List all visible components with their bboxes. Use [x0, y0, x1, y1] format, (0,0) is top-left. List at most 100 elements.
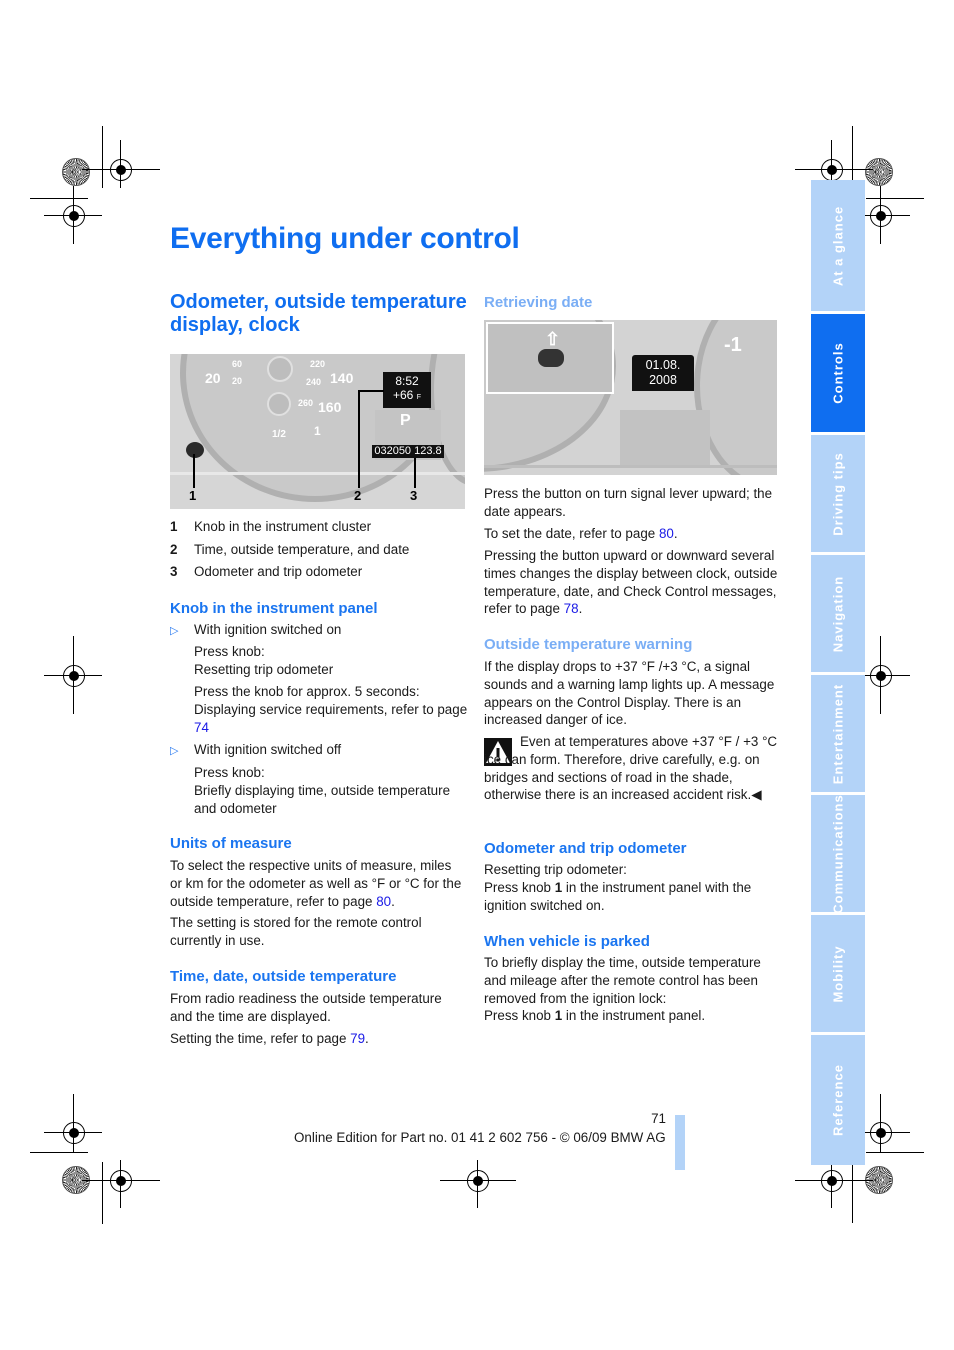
- registration-mark-icon: [63, 1122, 85, 1144]
- tab-communications[interactable]: Communications: [811, 793, 865, 914]
- tab-driving-tips[interactable]: Driving tips: [811, 435, 865, 552]
- cluster-edge: [170, 472, 465, 475]
- tab-label: Mobility: [830, 944, 846, 1003]
- text-line: Resetting trip odometer: [194, 661, 334, 677]
- paragraph: If the display drops to +37 °F /+3 °C, a…: [484, 659, 775, 728]
- page-link[interactable]: 78: [564, 601, 579, 616]
- gauge-label: 260: [298, 398, 314, 408]
- text-line: To set the date, refer to page: [484, 526, 659, 541]
- callout-2: 2: [354, 488, 362, 503]
- crop-line: [30, 198, 88, 199]
- registration-mark-icon: [821, 1170, 843, 1192]
- crop-line: [831, 1160, 832, 1208]
- text-line: in the instrument panel.: [562, 1008, 706, 1024]
- text-line: Setting the time, refer to page: [170, 1031, 351, 1046]
- gauge-label: 1: [314, 424, 321, 438]
- turn-signal-inset: ⇧: [486, 322, 614, 394]
- text-line: Pressing the button upward or downward s…: [484, 548, 778, 617]
- legend-text: Knob in the instrument cluster: [194, 519, 372, 534]
- date-display: 01.08. 2008: [632, 355, 694, 391]
- legend-item: 1 Knob in the instrument cluster: [170, 518, 371, 536]
- clock-readout: 8:52: [395, 374, 419, 388]
- callout-3: 3: [410, 488, 418, 503]
- paragraph: Setting the time, refer to page 79.: [170, 1031, 369, 1046]
- registration-mark-icon: [870, 1122, 892, 1144]
- parked-heading: When vehicle is parked: [484, 933, 650, 950]
- temp-unit: F: [416, 394, 421, 401]
- tab-label: Controls: [830, 342, 846, 404]
- needle-hub: [267, 392, 291, 416]
- text-line: Press knob:: [194, 765, 265, 780]
- gauge-label: 20: [205, 370, 221, 386]
- date-readout: 01.08.: [645, 358, 681, 372]
- legend-item: 3 Odometer and trip odometer: [170, 563, 362, 581]
- crop-line: [120, 140, 121, 188]
- page-link[interactable]: 80: [376, 894, 391, 909]
- tab-label: Reference: [830, 1064, 846, 1136]
- temp-readout: +66: [393, 388, 414, 402]
- date-display-figure: ⇧ 01.08. 2008 -1: [484, 320, 777, 475]
- bullet-triangle-icon: ▷: [170, 745, 179, 757]
- tab-at-a-glance[interactable]: At a glance: [811, 180, 865, 311]
- trip-readout: 123.8: [414, 445, 442, 457]
- crop-line: [852, 1165, 853, 1223]
- registration-mark-icon: [870, 665, 892, 687]
- registration-mark-icon: [821, 159, 843, 181]
- text-line: To briefly display the time, outside tem…: [484, 955, 761, 1006]
- page-link[interactable]: 80: [659, 526, 674, 541]
- paragraph: To select the respective units of measur…: [170, 858, 462, 909]
- paragraph: Pressing the button upward or downward s…: [484, 548, 778, 617]
- paragraph: Press the knob for approx. 5 seconds: Di…: [194, 683, 469, 736]
- crop-line: [73, 186, 74, 244]
- legend-number: 3: [170, 564, 178, 579]
- tab-label: At a glance: [830, 205, 846, 286]
- paragraph: The setting is stored for the remote con…: [170, 915, 422, 948]
- knob-heading: Knob in the instrument panel: [170, 600, 378, 617]
- warning-note: Even at temperatures above +37 °F / +3 °…: [484, 733, 779, 804]
- gauge-label: 220: [310, 359, 326, 369]
- callout-line: [358, 390, 384, 392]
- crop-line: [866, 1152, 924, 1153]
- legend-number: 1: [170, 519, 178, 534]
- tab-entertainment[interactable]: Entertainment: [811, 675, 865, 792]
- tab-navigation[interactable]: Navigation: [811, 555, 865, 672]
- tab-controls[interactable]: Controls: [811, 314, 865, 432]
- tab-reference[interactable]: Reference: [811, 1035, 865, 1165]
- page-link[interactable]: 74: [194, 720, 209, 735]
- crop-line: [866, 198, 924, 199]
- info-panel: [620, 410, 710, 465]
- units-heading: Units of measure: [170, 835, 292, 852]
- bullet-item: ▷ With ignition switched off: [170, 741, 341, 761]
- gauge-label: 60: [232, 359, 243, 369]
- text-line: Press knob: [484, 879, 555, 895]
- cluster-edge: [484, 465, 777, 468]
- registration-mark-icon: [110, 1170, 132, 1192]
- gauge-label: 240: [306, 377, 322, 387]
- bullet-item: ▷ With ignition switched on: [170, 621, 341, 641]
- legend-item: 2 Time, outside temperature, and date: [170, 541, 409, 559]
- bullet-triangle-icon: ▷: [170, 625, 179, 637]
- legend-number: 2: [170, 542, 178, 557]
- tab-mobility[interactable]: Mobility: [811, 915, 865, 1032]
- crop-line: [102, 1162, 103, 1224]
- gauge-label: 1/2: [272, 429, 286, 440]
- paragraph: From radio readiness the outside tempera…: [170, 991, 442, 1024]
- callout-line: [414, 458, 416, 488]
- section-title: Odometer, outside temperature display, c…: [170, 291, 467, 336]
- end-mark-icon: ◀: [751, 787, 762, 803]
- text-line: Press knob:: [194, 644, 265, 659]
- warning-heading: Outside temperature warning: [484, 636, 693, 653]
- page-number: 71: [651, 1111, 666, 1126]
- crop-line: [880, 186, 881, 244]
- paragraph: Press the button on turn signal lever up…: [484, 486, 773, 519]
- odometer-display: 032050 123.8: [372, 445, 444, 458]
- tab-label: Communications: [830, 793, 846, 914]
- callout-line: [193, 454, 195, 488]
- page-link[interactable]: 79: [350, 1031, 365, 1046]
- gauge-label: 20: [232, 376, 243, 386]
- color-target-icon: [865, 158, 893, 186]
- registration-mark-icon: [870, 205, 892, 227]
- text-line: Resetting trip odometer:: [484, 862, 627, 877]
- gauge-label: 140: [330, 370, 354, 386]
- text-line: Press knob: [484, 1008, 555, 1024]
